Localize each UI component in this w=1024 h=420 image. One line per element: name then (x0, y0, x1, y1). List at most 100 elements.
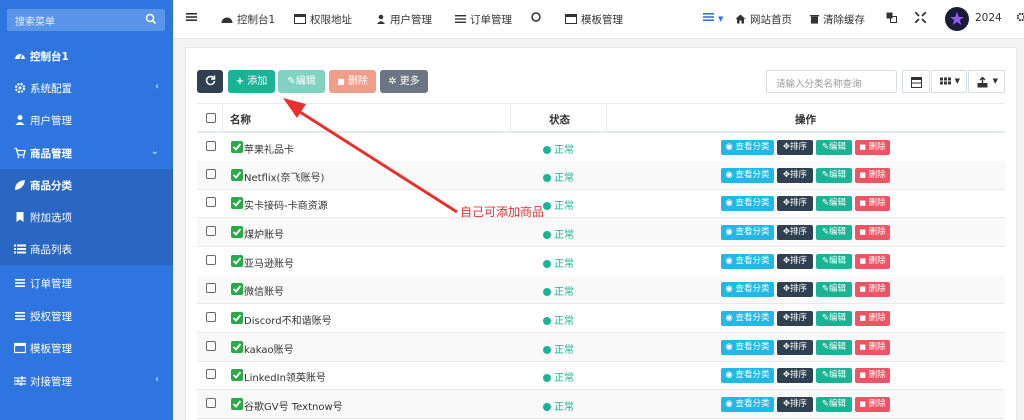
edit-row-button[interactable]: ✎编辑 (816, 168, 852, 183)
tab-permission-address[interactable]: 权限地址 (294, 12, 352, 27)
sidebar-item-orders[interactable]: 订单管理 (0, 267, 173, 299)
tab-order-management[interactable]: 订单管理 (455, 12, 512, 27)
tab-circle[interactable] (531, 12, 545, 24)
view-category-button[interactable]: ◉ 查看分类 (721, 140, 774, 155)
sidebar-item-users[interactable]: 用户管理 (0, 104, 173, 136)
sidebar-item-system-config[interactable]: 系统配置 ‹ (0, 72, 173, 104)
row-checkbox[interactable] (206, 255, 216, 265)
view-category-button[interactable]: ◉ 查看分类 (721, 254, 774, 269)
fullscreen-icon[interactable] (914, 11, 930, 25)
avatar[interactable] (945, 7, 969, 31)
sort-button[interactable]: ✥排序 (777, 168, 813, 183)
export-dropdown-button[interactable]: ▼ (968, 70, 1005, 93)
view-category-button[interactable]: ◉ 查看分类 (721, 311, 774, 326)
trash-icon: ■ (859, 371, 866, 379)
edit-row-button[interactable]: ✎编辑 (816, 311, 852, 326)
add-button[interactable]: + 添加 (228, 70, 275, 93)
sort-button[interactable]: ✥排序 (777, 282, 813, 297)
edit-row-button[interactable]: ✎编辑 (816, 225, 852, 240)
sidebar-item-product-category[interactable]: 商品分类 (0, 169, 173, 201)
sort-button[interactable]: ✥排序 (777, 397, 813, 412)
edit-row-button[interactable]: ✎编辑 (816, 140, 852, 155)
row-checkbox[interactable] (206, 398, 216, 408)
row-checkbox[interactable] (206, 197, 216, 207)
site-home-link[interactable]: 网站首页 (735, 12, 792, 27)
edit-row-button[interactable]: ✎编辑 (816, 196, 852, 211)
delete-row-button[interactable]: ■ 删除 (855, 168, 890, 183)
delete-row-button[interactable]: ■ 删除 (855, 368, 890, 383)
delete-row-button[interactable]: ■ 删除 (855, 282, 890, 297)
sidebar-item-extra-options[interactable]: 附加选项 (0, 201, 173, 233)
translate-icon[interactable] (886, 12, 901, 25)
sidebar-item-product-list[interactable]: 商品列表 (0, 233, 173, 265)
delete-row-button[interactable]: ■ 删除 (855, 225, 890, 240)
row-checkbox[interactable] (206, 312, 216, 322)
edit-row-button[interactable]: ✎编辑 (816, 368, 852, 383)
view-category-button[interactable]: ◉ 查看分类 (721, 196, 774, 211)
menu-toggle-icon[interactable] (186, 12, 201, 24)
year-label[interactable]: 2024 (975, 12, 1002, 24)
sort-button[interactable]: ✥排序 (777, 196, 813, 211)
sidebar-item-integration[interactable]: 对接管理 ‹ (0, 365, 173, 397)
gear-icon: ✲ (388, 76, 397, 87)
tab-template-management[interactable]: 模板管理 (565, 12, 623, 27)
view-category-button[interactable]: ◉ 查看分类 (721, 168, 774, 183)
sort-button[interactable]: ✥排序 (777, 140, 813, 155)
edit-row-button[interactable]: ✎编辑 (816, 397, 852, 412)
sort-button[interactable]: ✥排序 (777, 225, 813, 240)
delete-row-button[interactable]: ■ 删除 (855, 397, 890, 412)
pencil-icon: ✎ (821, 284, 830, 294)
sort-button[interactable]: ✥排序 (777, 254, 813, 269)
view-category-button[interactable]: ◉ 查看分类 (721, 368, 774, 383)
columns-dropdown-button[interactable]: ▼ (931, 70, 967, 93)
row-checkbox[interactable] (206, 341, 216, 351)
settings-gear-icon[interactable] (1016, 12, 1024, 24)
status-text: 正常 (554, 316, 574, 327)
sidebar-search-input[interactable]: 搜索菜单 (7, 9, 165, 31)
tab-user-management[interactable]: 用户管理 (376, 12, 432, 27)
row-checkbox[interactable] (206, 369, 216, 379)
sort-button[interactable]: ✥排序 (777, 368, 813, 383)
edit-row-button[interactable]: ✎编辑 (816, 282, 852, 297)
edit-button[interactable]: ✎编辑 (278, 70, 325, 93)
clear-cache-button[interactable]: 清除缓存 (810, 12, 865, 27)
refresh-button[interactable] (197, 70, 223, 93)
view-label: 查看分类 (735, 170, 770, 180)
sidebar-item-templates[interactable]: 模板管理 (0, 332, 173, 364)
view-category-button[interactable]: ◉ 查看分类 (721, 397, 774, 412)
search-icon[interactable] (145, 12, 157, 26)
sidebar-item-license[interactable]: 授权管理 (0, 300, 173, 332)
toggle-view-button[interactable] (902, 70, 930, 93)
tab-dashboard[interactable]: 控制台1 (221, 12, 275, 27)
delete-row-button[interactable]: ■ 删除 (855, 340, 890, 355)
tabs-dropdown-button[interactable]: ▼ (703, 12, 723, 24)
more-button[interactable]: ✲ 更多 (380, 70, 428, 93)
sort-button[interactable]: ✥排序 (777, 340, 813, 355)
row-checkbox[interactable] (206, 226, 216, 236)
view-category-button[interactable]: ◉ 查看分类 (721, 340, 774, 355)
edit-row-button[interactable]: ✎编辑 (816, 254, 852, 269)
category-search-input[interactable]: 请输入分类名称查询 (766, 70, 897, 93)
status-dot-icon (543, 146, 551, 154)
view-category-button[interactable]: ◉ 查看分类 (721, 225, 774, 240)
sidebar-item-products[interactable]: 商品管理 ⌄ (0, 137, 173, 169)
circle-icon (531, 12, 541, 22)
row-checkbox[interactable] (206, 283, 216, 293)
delete-row-button[interactable]: ■ 删除 (855, 196, 890, 211)
status-text: 正常 (554, 345, 574, 356)
delete-row-button[interactable]: ■ 删除 (855, 254, 890, 269)
status-text: 正常 (554, 201, 574, 212)
select-all-checkbox[interactable] (206, 113, 216, 123)
sort-button[interactable]: ✥排序 (777, 311, 813, 326)
view-category-button[interactable]: ◉ 查看分类 (721, 282, 774, 297)
sidebar-item-dashboard[interactable]: 控制台1 (0, 40, 173, 72)
status-text: 正常 (554, 287, 574, 298)
delete-button[interactable]: ■ 删除 (329, 70, 376, 93)
row-checkbox[interactable] (206, 169, 216, 179)
category-name: Discord不和谐账号 (244, 316, 332, 327)
delete-row-button[interactable]: ■ 删除 (855, 311, 890, 326)
delete-row-button[interactable]: ■ 删除 (855, 140, 890, 155)
edit-row-button[interactable]: ✎编辑 (816, 340, 852, 355)
view-label: 查看分类 (735, 227, 770, 237)
row-checkbox[interactable] (206, 141, 216, 151)
